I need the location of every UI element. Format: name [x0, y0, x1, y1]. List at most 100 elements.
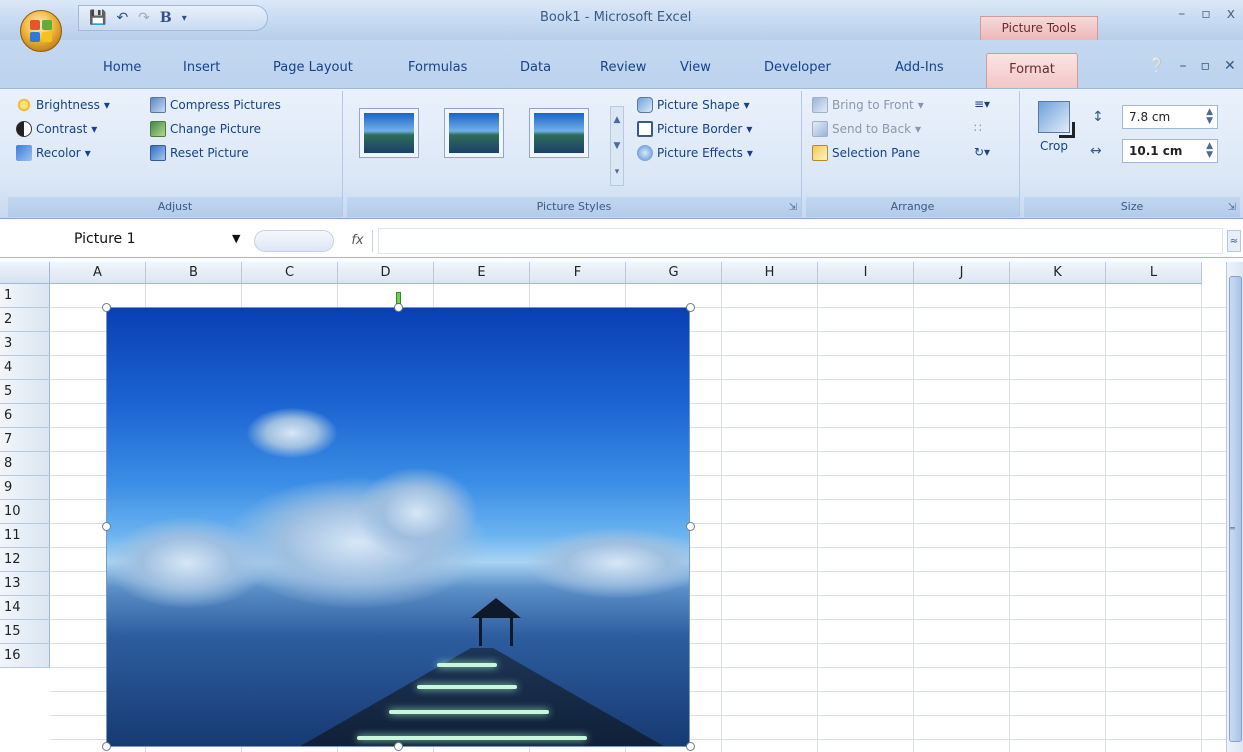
dialog-launcher-icon[interactable]: ⇲ — [789, 202, 797, 213]
reset-picture-button[interactable]: Reset Picture — [150, 145, 249, 161]
customize-icon[interactable]: ▾ — [182, 13, 187, 24]
row-header[interactable]: 5 — [0, 380, 50, 404]
column-header[interactable]: B — [146, 262, 242, 284]
restore-workbook-icon[interactable]: ▫ — [1200, 58, 1210, 74]
save-icon[interactable]: 💾 — [89, 10, 106, 26]
height-spinner-icon[interactable]: ▲ ▼ — [1206, 108, 1213, 126]
column-header[interactable]: G — [626, 262, 722, 284]
row-header[interactable]: 16 — [0, 644, 50, 668]
resize-handle[interactable] — [394, 303, 403, 312]
recolor-button[interactable]: Recolor ▾ — [16, 145, 91, 161]
expand-formula-bar-icon[interactable]: ≈ — [1227, 230, 1241, 252]
row-header[interactable]: 14 — [0, 596, 50, 620]
row-header[interactable]: 7 — [0, 428, 50, 452]
resize-handle[interactable] — [686, 522, 695, 531]
resize-handle[interactable] — [102, 522, 111, 531]
rotate-handle[interactable] — [396, 292, 401, 304]
change-picture-button[interactable]: Change Picture — [150, 121, 261, 137]
gallery-down-icon[interactable]: ▼ — [614, 141, 621, 151]
tab-format[interactable]: Format — [986, 53, 1078, 89]
tab-view[interactable]: View — [680, 60, 711, 75]
row-header[interactable]: 1 — [0, 284, 50, 308]
vertical-scrollbar[interactable]: ═ — [1226, 262, 1243, 752]
row-header[interactable]: 4 — [0, 356, 50, 380]
resize-handle[interactable] — [102, 303, 111, 312]
close-button[interactable]: x — [1227, 6, 1235, 22]
help-icon[interactable]: ❔ — [1148, 58, 1165, 74]
row-header[interactable]: 9 — [0, 476, 50, 500]
column-header[interactable]: K — [1010, 262, 1106, 284]
tab-insert[interactable]: Insert — [183, 60, 220, 75]
compress-pictures-button[interactable]: Compress Pictures — [150, 97, 281, 113]
minimize-button[interactable]: – — [1178, 6, 1185, 22]
column-header[interactable]: C — [242, 262, 338, 284]
column-header[interactable]: J — [914, 262, 1010, 284]
picture-style-thumb-2[interactable] — [444, 108, 504, 158]
column-header[interactable]: A — [50, 262, 146, 284]
name-box[interactable]: Picture 1 — [74, 231, 136, 247]
formula-bar-splitter[interactable] — [254, 230, 334, 252]
rotate-icon[interactable]: ↻▾ — [974, 145, 990, 159]
shape-height-input[interactable]: 7.8 cm ▲ ▼ — [1122, 105, 1218, 129]
tab-review[interactable]: Review — [600, 60, 646, 75]
resize-handle[interactable] — [394, 742, 403, 751]
picture-effects-button[interactable]: Picture Effects ▾ — [637, 145, 753, 161]
close-workbook-icon[interactable]: ✕ — [1224, 58, 1236, 74]
office-button[interactable] — [20, 10, 62, 52]
bring-to-front-button[interactable]: Bring to Front ▾ — [812, 97, 924, 113]
formula-input[interactable] — [378, 228, 1223, 254]
picture-shape-button[interactable]: Picture Shape ▾ — [637, 97, 750, 113]
tab-page-layout[interactable]: Page Layout — [273, 60, 353, 75]
send-to-back-button[interactable]: Send to Back ▾ — [812, 121, 921, 137]
column-header[interactable]: H — [722, 262, 818, 284]
tab-formulas[interactable]: Formulas — [408, 60, 467, 75]
resize-handle[interactable] — [686, 303, 695, 312]
undo-icon[interactable]: ↶ — [116, 10, 128, 26]
name-box-dropdown-icon[interactable]: ▼ — [232, 232, 240, 245]
bold-icon[interactable]: B — [160, 10, 172, 26]
selection-pane-button[interactable]: Selection Pane — [812, 145, 920, 161]
scrollbar-thumb[interactable] — [1229, 276, 1242, 742]
crop-button[interactable]: Crop — [1034, 97, 1075, 171]
dialog-launcher-icon[interactable]: ⇲ — [1228, 202, 1236, 213]
picture-style-thumb-3[interactable] — [529, 108, 589, 158]
column-header[interactable]: E — [434, 262, 530, 284]
column-header[interactable]: L — [1106, 262, 1202, 284]
inserted-picture[interactable] — [106, 307, 690, 747]
row-header[interactable]: 10 — [0, 500, 50, 524]
column-header[interactable]: F — [530, 262, 626, 284]
group-picture-styles: ▲ ▼ ▾ Picture Shape ▾ Picture Border ▾ Pic… — [347, 91, 802, 217]
brightness-button[interactable]: Brightness ▾ — [16, 97, 110, 113]
contrast-button[interactable]: Contrast ▾ — [16, 121, 97, 137]
insert-function-button[interactable]: fx — [343, 230, 373, 252]
picture-style-thumb-1[interactable] — [359, 108, 419, 158]
row-header[interactable]: 13 — [0, 572, 50, 596]
row-header[interactable]: 8 — [0, 452, 50, 476]
row-header[interactable]: 12 — [0, 548, 50, 572]
resize-handle[interactable] — [102, 742, 111, 751]
column-header[interactable]: I — [818, 262, 914, 284]
column-header[interactable]: D — [338, 262, 434, 284]
redo-icon[interactable]: ↷ — [138, 10, 150, 26]
row-header[interactable]: 15 — [0, 620, 50, 644]
row-header[interactable]: 3 — [0, 332, 50, 356]
excel-window: 💾 ↶ ↷ B ▾ Book1 - Microsoft Excel Pictur… — [0, 0, 1243, 752]
gallery-more-icon[interactable]: ▾ — [615, 167, 620, 177]
tab-developer[interactable]: Developer — [764, 60, 831, 75]
resize-handle[interactable] — [686, 742, 695, 751]
gallery-up-icon[interactable]: ▲ — [614, 115, 621, 125]
row-header[interactable]: 2 — [0, 308, 50, 332]
group-objects-icon[interactable]: ∷ — [974, 121, 982, 135]
tab-home[interactable]: Home — [103, 60, 141, 75]
align-icon[interactable]: ≡▾ — [974, 97, 990, 111]
minimize-workbook-icon[interactable]: – — [1179, 58, 1186, 74]
row-header[interactable]: 6 — [0, 404, 50, 428]
restore-button[interactable]: ▫ — [1201, 6, 1211, 22]
select-all-corner[interactable] — [0, 262, 50, 284]
tab-data[interactable]: Data — [520, 60, 551, 75]
row-header[interactable]: 11 — [0, 524, 50, 548]
tab-add-ins[interactable]: Add-Ins — [895, 60, 944, 75]
width-spinner-icon[interactable]: ▲ ▼ — [1206, 142, 1213, 160]
shape-width-input[interactable]: 10.1 cm ▲ ▼ — [1122, 139, 1218, 163]
picture-border-button[interactable]: Picture Border ▾ — [637, 121, 752, 137]
